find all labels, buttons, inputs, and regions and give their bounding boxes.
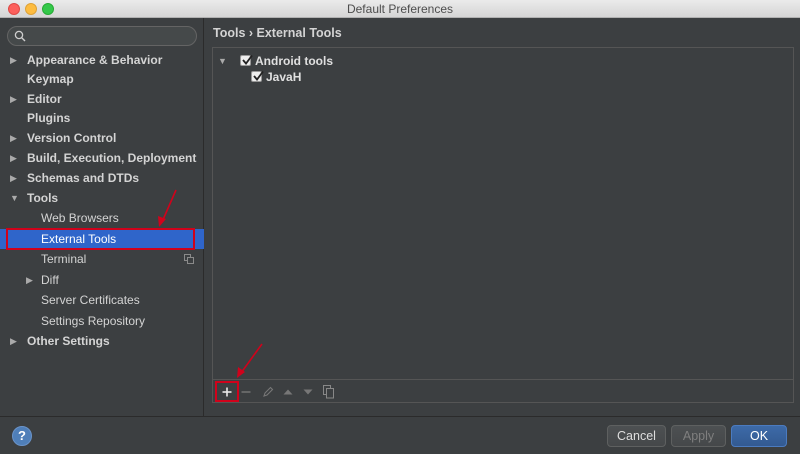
move-down-button[interactable] <box>299 383 317 401</box>
sidebar-item-diff[interactable]: ▶ Diff <box>0 270 204 290</box>
expand-arrow-icon[interactable]: ▶ <box>10 128 20 148</box>
sidebar-item-other-settings[interactable]: ▶ Other Settings <box>0 331 204 351</box>
tree-item-label: JavaH <box>266 70 302 84</box>
sidebar-item-label: Other Settings <box>27 334 110 348</box>
sidebar-item-settings-repository[interactable]: Settings Repository <box>0 311 204 331</box>
copy-icon <box>323 385 334 399</box>
search-icon <box>14 30 26 42</box>
arrow-up-icon <box>283 389 293 395</box>
sidebar-item-label: Settings Repository <box>41 314 146 328</box>
expand-arrow-icon[interactable]: ▶ <box>26 270 36 290</box>
checkmark-icon <box>242 54 253 65</box>
sidebar-item-appearance-behavior[interactable]: ▶ Appearance & Behavior <box>0 50 204 70</box>
external-tools-panel: Tools › External Tools ▼ Android tools J… <box>205 18 800 416</box>
ok-button[interactable]: OK <box>731 425 787 447</box>
minus-icon <box>241 391 251 393</box>
add-tool-button[interactable] <box>218 383 236 401</box>
expand-arrow-icon[interactable]: ▶ <box>10 89 20 109</box>
sidebar-item-web-browsers[interactable]: Web Browsers <box>0 208 204 228</box>
arrow-down-icon <box>303 389 313 395</box>
settings-sidebar: ▶ Appearance & Behavior Keymap ▶ Editor … <box>0 18 204 416</box>
sidebar-item-label: Web Browsers <box>41 211 119 225</box>
sidebar-item-terminal[interactable]: Terminal <box>0 249 204 269</box>
tree-toolbar <box>213 379 793 403</box>
sidebar-item-label: Terminal <box>41 252 87 266</box>
expand-arrow-icon[interactable]: ▶ <box>10 168 20 188</box>
sidebar-item-label: Editor <box>27 92 62 106</box>
sidebar-item-label: Diff <box>41 273 59 287</box>
move-up-button[interactable] <box>279 383 297 401</box>
android-tools-checkbox[interactable] <box>240 54 253 66</box>
javah-checkbox[interactable] <box>251 70 264 82</box>
sidebar-item-label: Build, Execution, Deployment <box>27 151 197 165</box>
sidebar-item-label: Keymap <box>27 72 74 86</box>
expand-arrow-icon[interactable]: ▶ <box>10 331 20 351</box>
sidebar-item-keymap[interactable]: Keymap <box>0 69 204 89</box>
expand-arrow-icon[interactable]: ▶ <box>10 50 20 70</box>
sidebar-item-editor[interactable]: ▶ Editor <box>0 89 204 109</box>
help-button[interactable]: ? <box>12 426 32 446</box>
tree-item-label: Android tools <box>255 54 333 68</box>
tree-item-javah[interactable]: JavaH <box>251 69 371 85</box>
plus-icon <box>222 387 232 397</box>
breadcrumb: Tools › External Tools <box>213 26 342 40</box>
collapse-arrow-icon[interactable]: ▼ <box>10 188 20 208</box>
sidebar-item-label: Schemas and DTDs <box>27 171 140 185</box>
dialog-footer: ? Cancel Apply OK <box>0 416 800 454</box>
edit-tool-button[interactable] <box>259 383 277 401</box>
apply-button[interactable]: Apply <box>671 425 726 447</box>
remove-tool-button[interactable] <box>237 383 255 401</box>
sidebar-item-label: Tools <box>27 191 59 205</box>
checkmark-icon <box>253 70 264 81</box>
project-settings-icon <box>184 254 194 264</box>
cancel-button[interactable]: Cancel <box>607 425 666 447</box>
sidebar-item-label: Server Certificates <box>41 293 140 307</box>
tree-item-android-tools[interactable]: ▼ Android tools <box>218 53 418 69</box>
sidebar-item-schemas-dtds[interactable]: ▶ Schemas and DTDs <box>0 168 204 188</box>
expand-arrow-icon[interactable]: ▶ <box>10 148 20 168</box>
copy-tool-button[interactable] <box>320 383 338 401</box>
sidebar-item-label: Version Control <box>27 131 117 145</box>
window-title: Default Preferences <box>346 2 454 16</box>
sidebar-item-server-certificates[interactable]: Server Certificates <box>0 290 204 310</box>
title-bar: Default Preferences <box>0 0 800 18</box>
sidebar-item-label: Appearance & Behavior <box>27 53 163 67</box>
pencil-icon <box>263 386 274 397</box>
sidebar-item-label: Plugins <box>27 111 71 125</box>
sidebar-item-version-control[interactable]: ▶ Version Control <box>0 128 204 148</box>
sidebar-item-tools[interactable]: ▼ Tools <box>0 188 204 208</box>
collapse-arrow-icon[interactable]: ▼ <box>218 53 227 69</box>
sidebar-item-plugins[interactable]: Plugins <box>0 108 204 128</box>
sidebar-item-build-execution-deployment[interactable]: ▶ Build, Execution, Deployment <box>0 148 204 168</box>
selection-highlight-annotation <box>6 228 195 250</box>
settings-search-input[interactable] <box>7 26 197 46</box>
external-tools-tree: ▼ Android tools JavaH <box>212 47 794 403</box>
